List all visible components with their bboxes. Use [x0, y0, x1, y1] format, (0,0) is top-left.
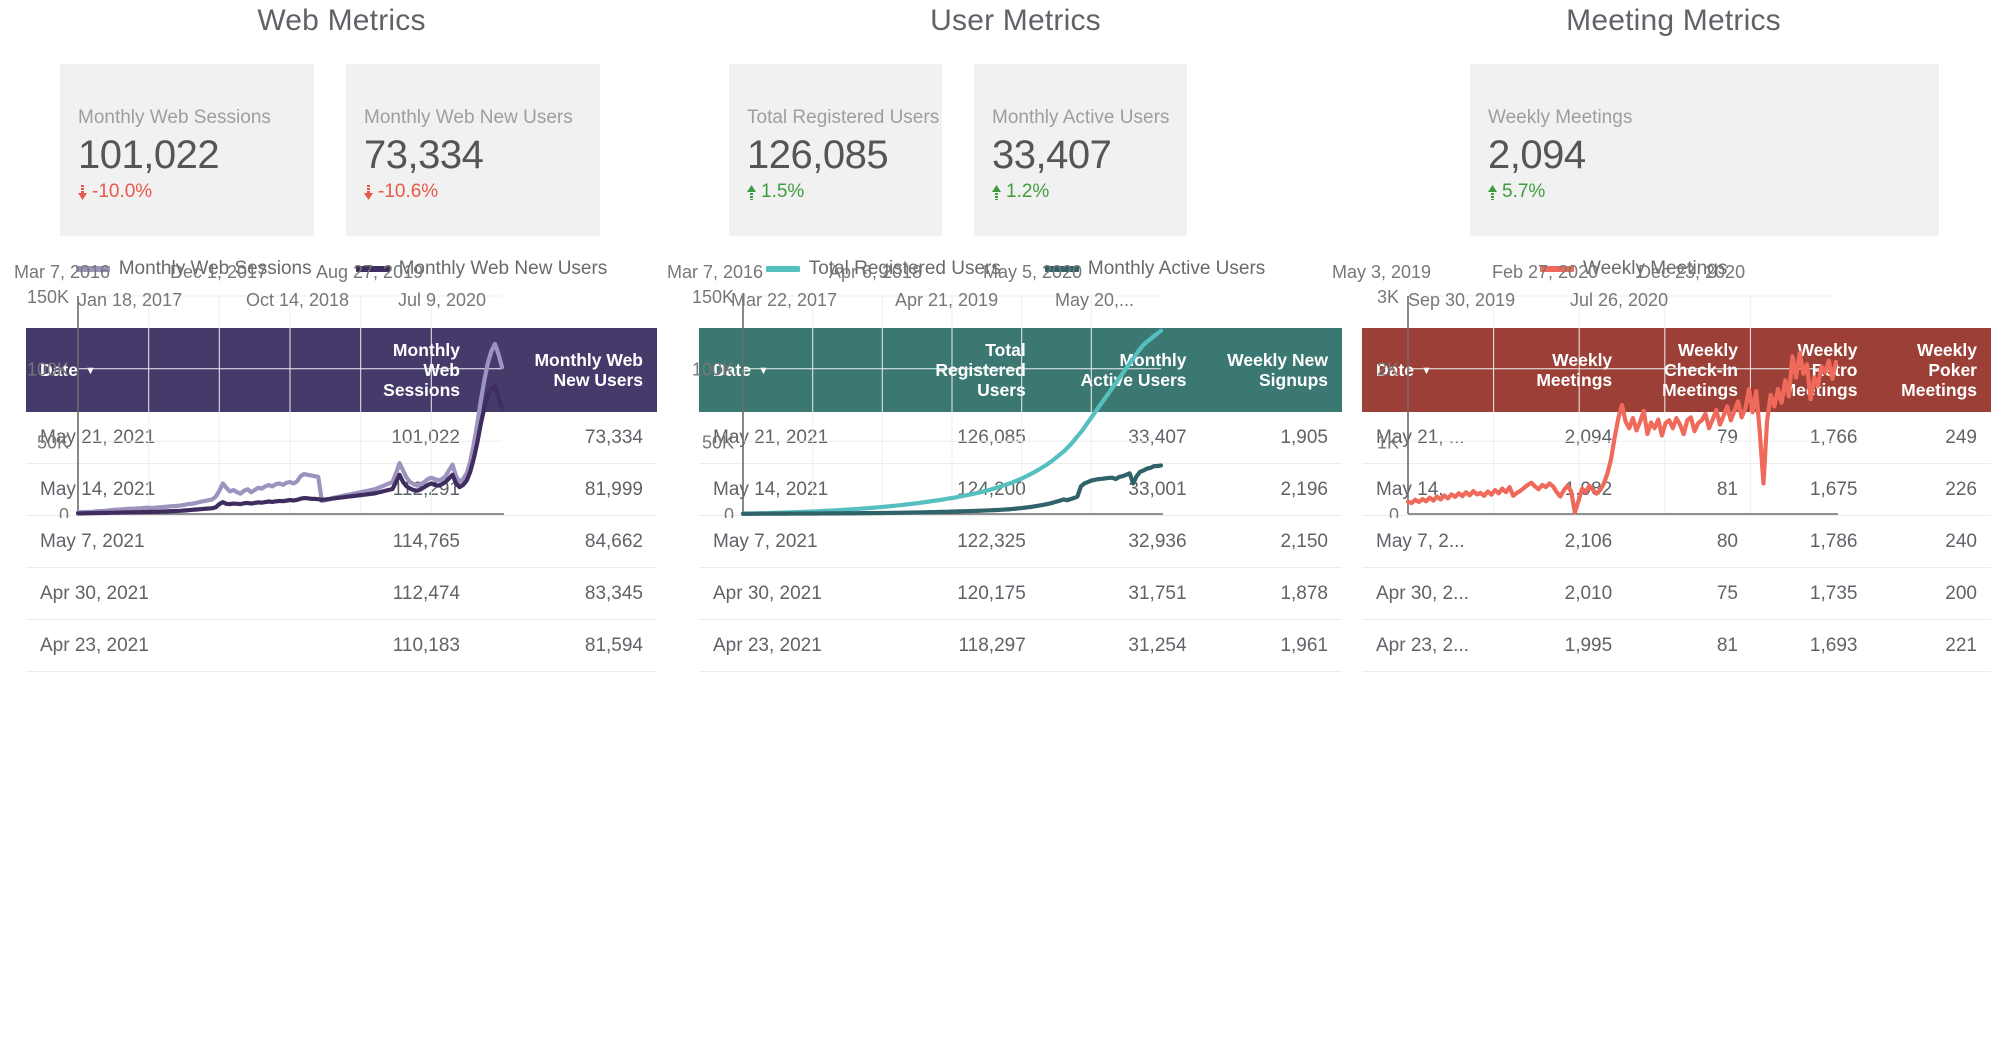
table-cell: May 7, 2021 — [699, 515, 873, 568]
table-row[interactable]: Apr 30, 2021 112,474 83,345 — [26, 567, 657, 620]
x-axis-label: Apr 21, 2019 — [895, 290, 999, 310]
table-row[interactable]: Apr 23, 2021 110,183 81,594 — [26, 619, 657, 672]
table-row[interactable]: Apr 30, 2021 120,175 31,751 1,878 — [699, 567, 1342, 620]
x-axis-label: Dec 1, 2017 — [170, 262, 268, 282]
table-row[interactable]: Apr 30, 2... 2,010 75 1,735 200 — [1362, 567, 1991, 620]
table-cell: 2,150 — [1200, 515, 1342, 568]
table-cell: 84,662 — [474, 515, 657, 568]
svg-text:100K: 100K — [692, 360, 734, 380]
x-axis-label: Mar 7, 2016 — [14, 262, 111, 282]
table-cell: 2,106 — [1500, 515, 1627, 568]
page-title: Web Metrics — [257, 4, 426, 37]
table-cell: 120,175 — [872, 567, 1040, 620]
dashboard: Web Metrics Monthly Web Sessions 101,022 -1… — [0, 0, 1999, 1045]
table-row[interactable]: May 7, 2021 122,325 32,936 2,150 — [699, 515, 1342, 568]
metrics-column-user: User Metrics Total Registered Users 126,08… — [667, 0, 1348, 1045]
svg-text:100K: 100K — [27, 360, 69, 380]
x-axis-label: Feb 27, 2020 — [1492, 262, 1599, 282]
table-cell: 200 — [1871, 567, 1991, 620]
table-cell: Apr 30, 2... — [1362, 567, 1501, 620]
time-series-chart[interactable]: 150K 100K 50K 0 — [683, 38, 1348, 518]
table-cell: 1,961 — [1200, 619, 1342, 672]
table-row[interactable]: Apr 23, 2021 118,297 31,254 1,961 — [699, 619, 1342, 672]
x-axis-label: Sep 30, 2019 — [1408, 290, 1516, 310]
x-axis-label: Jul 9, 2020 — [398, 290, 487, 310]
table-cell: 2,010 — [1500, 567, 1627, 620]
chart-x-axis: Mar 7, 2016 Jan 18, 2017 Dec 1, 2017 Oct 14… — [0, 260, 683, 322]
table-cell: 75 — [1626, 567, 1752, 620]
svg-text:0: 0 — [1389, 505, 1399, 518]
x-axis-label: May 5, 2020 — [983, 262, 1083, 282]
table-row[interactable]: Apr 23, 2... 1,995 81 1,693 221 — [1362, 619, 1991, 672]
table-cell: 112,474 — [291, 567, 474, 620]
svg-text:50K: 50K — [702, 432, 734, 452]
x-axis-label: May 20,... — [1055, 290, 1135, 310]
table-cell: 1,735 — [1751, 567, 1872, 620]
x-axis-label: Jul 26, 2020 — [1570, 290, 1669, 310]
table-cell: 80 — [1626, 515, 1752, 568]
table-cell: 1,995 — [1500, 619, 1627, 672]
x-axis-label: Oct 14, 2018 — [246, 290, 350, 310]
table-cell: 81 — [1626, 619, 1752, 672]
table-cell: Apr 23, 2021 — [26, 619, 292, 672]
svg-text:0: 0 — [59, 505, 69, 518]
table-cell: May 7, 2021 — [26, 515, 292, 568]
table-cell: May 7, 2... — [1362, 515, 1501, 568]
x-axis-label: May 3, 2019 — [1332, 262, 1432, 282]
x-axis-label: Mar 7, 2016 — [667, 262, 764, 282]
table-cell: 32,936 — [1039, 515, 1201, 568]
table-cell: Apr 30, 2021 — [26, 567, 292, 620]
table-cell: 1,878 — [1200, 567, 1342, 620]
page-title: Meeting Metrics — [1566, 4, 1781, 37]
table-cell: 221 — [1871, 619, 1991, 672]
page-title: User Metrics — [930, 4, 1101, 37]
table-cell: 31,751 — [1039, 567, 1201, 620]
time-series-chart[interactable]: 150K 100K 50K 0 — [0, 38, 683, 518]
x-axis-label: Jan 18, 2017 — [78, 290, 183, 310]
x-axis-label: Apr 6, 2018 — [829, 262, 923, 282]
table-cell: 1,786 — [1751, 515, 1872, 568]
table-cell: 81,594 — [474, 619, 657, 672]
table-row[interactable]: May 7, 2... 2,106 80 1,786 240 — [1362, 515, 1991, 568]
metrics-column-web: Web Metrics Monthly Web Sessions 101,022 -1… — [0, 0, 683, 1045]
table-cell: 118,297 — [872, 619, 1040, 672]
time-series-chart[interactable]: 3K 2K 1K 0 — [1348, 38, 1999, 518]
svg-text:1K: 1K — [1377, 432, 1399, 452]
table-row[interactable]: May 7, 2021 114,765 84,662 — [26, 515, 657, 568]
table-cell: 114,765 — [291, 515, 474, 568]
svg-text:0: 0 — [724, 505, 734, 518]
x-axis-label: Mar 22, 2017 — [731, 290, 838, 310]
chart-x-axis: May 3, 2019 Sep 30, 2019 Feb 27, 2020 Jul 2… — [1332, 260, 1999, 322]
table-cell: Apr 30, 2021 — [699, 567, 873, 620]
x-axis-label: Dec 23, 2020 — [1638, 262, 1746, 282]
table-cell: 31,254 — [1039, 619, 1201, 672]
table-cell: Apr 23, 2021 — [699, 619, 873, 672]
svg-text:50K: 50K — [37, 432, 69, 452]
table-cell: 110,183 — [291, 619, 474, 672]
table-cell: Apr 23, 2... — [1362, 619, 1501, 672]
table-cell: 240 — [1871, 515, 1991, 568]
table-cell: 122,325 — [872, 515, 1040, 568]
table-cell: 83,345 — [474, 567, 657, 620]
table-cell: 1,693 — [1751, 619, 1872, 672]
metrics-column-meet: Meeting Metrics Weekly Meetings 2,094 5.7% W… — [1332, 0, 1999, 1045]
svg-text:2K: 2K — [1377, 360, 1399, 380]
x-axis-label: Aug 27, 2019 — [316, 262, 424, 282]
chart-x-axis: Mar 7, 2016 Mar 22, 2017 Apr 6, 2018 Apr 21… — [667, 260, 1348, 322]
